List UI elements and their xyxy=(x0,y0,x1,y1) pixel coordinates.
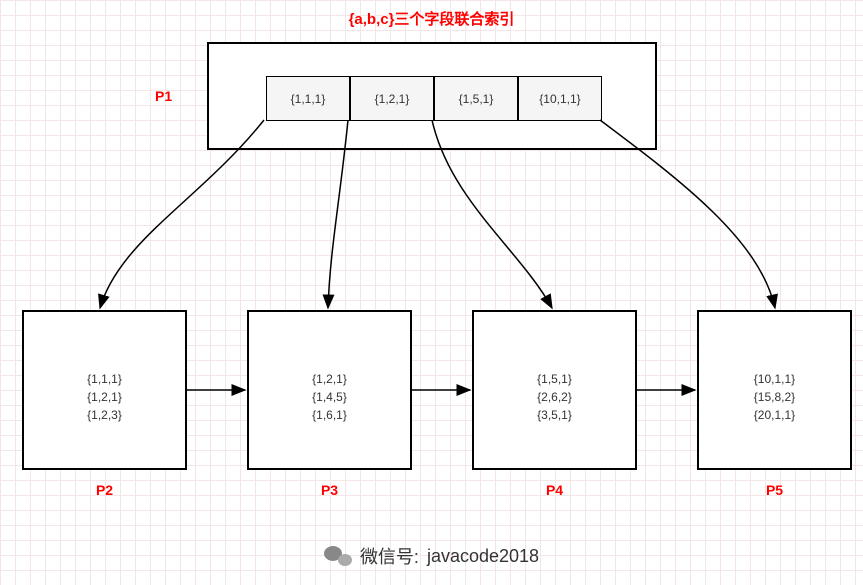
root-key: {1,1,1} xyxy=(266,76,350,121)
leaf-row: {1,2,3} xyxy=(24,406,185,424)
leaf-row: {3,5,1} xyxy=(474,406,635,424)
leaf-row: {1,4,5} xyxy=(249,388,410,406)
footer-prefix: 微信号: xyxy=(360,543,419,569)
root-key: {10,1,1} xyxy=(518,76,602,121)
leaf-node-p3: {1,2,1} {1,4,5} {1,6,1} P3 xyxy=(247,310,412,470)
leaf-row: {10,1,1} xyxy=(699,370,850,388)
leaf-rows: {1,5,1} {2,6,2} {3,5,1} xyxy=(474,370,635,424)
leaf-row: {15,8,2} xyxy=(699,388,850,406)
leaf-rows: {10,1,1} {15,8,2} {20,1,1} xyxy=(699,370,850,424)
leaf-row: {1,1,1} xyxy=(24,370,185,388)
footer-credit: 微信号: javacode2018 xyxy=(0,543,863,569)
leaf-row: {1,5,1} xyxy=(474,370,635,388)
leaf-node-p2: {1,1,1} {1,2,1} {1,2,3} P2 xyxy=(22,310,187,470)
leaf-rows: {1,2,1} {1,4,5} {1,6,1} xyxy=(249,370,410,424)
footer-account: javacode2018 xyxy=(427,546,539,567)
root-keys: {1,1,1} {1,2,1} {1,5,1} {10,1,1} xyxy=(266,76,602,121)
leaf-label: P2 xyxy=(24,482,185,498)
leaf-row: {2,6,2} xyxy=(474,388,635,406)
root-node-label: P1 xyxy=(155,88,172,104)
leaf-row: {1,2,1} xyxy=(24,388,185,406)
leaf-row: {20,1,1} xyxy=(699,406,850,424)
leaf-row: {1,6,1} xyxy=(249,406,410,424)
diagram-title: {a,b,c}三个字段联合索引 xyxy=(0,8,863,29)
wechat-icon xyxy=(324,544,352,568)
root-key: {1,2,1} xyxy=(350,76,434,121)
leaf-label: P5 xyxy=(699,482,850,498)
leaf-label: P4 xyxy=(474,482,635,498)
root-node: {1,1,1} {1,2,1} {1,5,1} {10,1,1} xyxy=(207,42,657,150)
leaf-label: P3 xyxy=(249,482,410,498)
leaf-rows: {1,1,1} {1,2,1} {1,2,3} xyxy=(24,370,185,424)
root-key: {1,5,1} xyxy=(434,76,518,121)
leaf-node-p4: {1,5,1} {2,6,2} {3,5,1} P4 xyxy=(472,310,637,470)
leaf-node-p5: {10,1,1} {15,8,2} {20,1,1} P5 xyxy=(697,310,852,470)
leaf-row: {1,2,1} xyxy=(249,370,410,388)
